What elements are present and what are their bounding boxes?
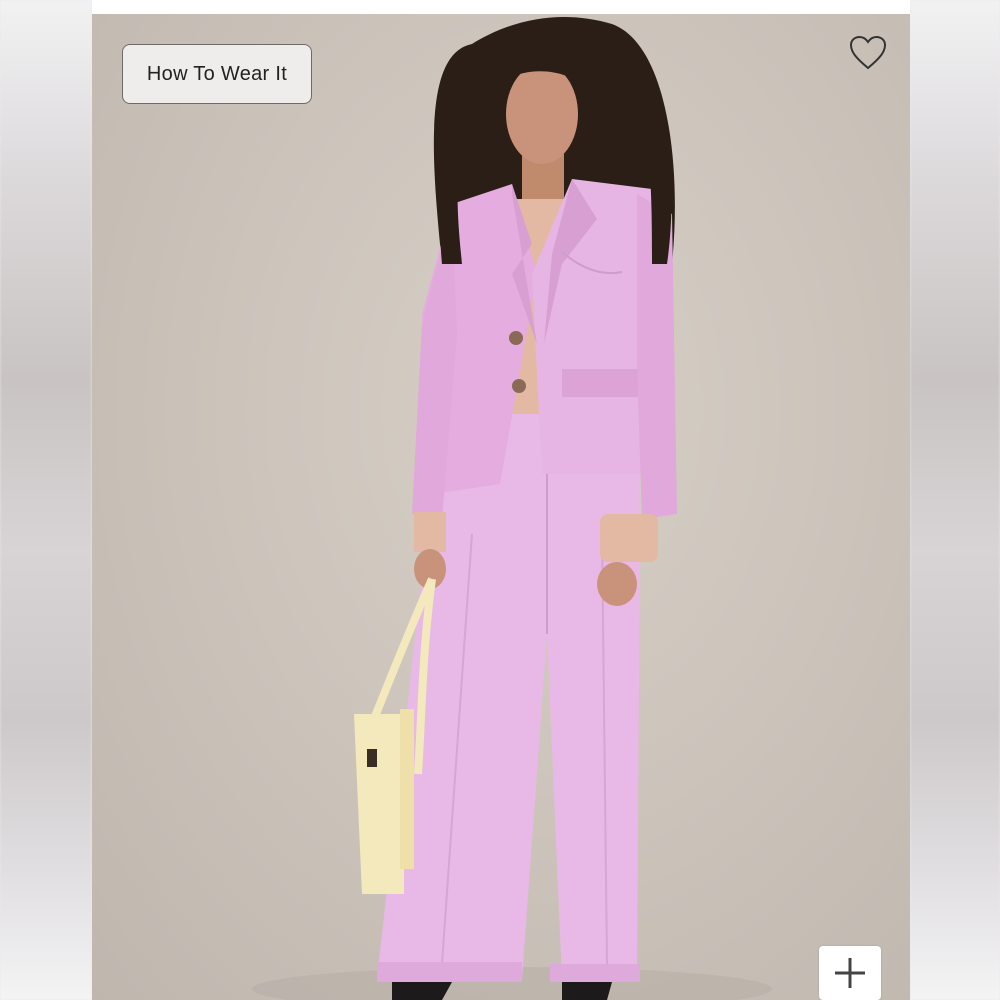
favorite-button[interactable] [848,34,888,72]
how-to-wear-label: How To Wear It [146,62,288,85]
blurred-left-panel [0,0,92,1000]
zoom-button[interactable] [819,946,881,1000]
top-strip [92,0,910,14]
plus-icon [835,958,865,988]
blurred-right-panel [910,0,1000,1000]
model-illustration [252,16,772,1000]
product-photo[interactable]: How To Wear It [92,14,910,1000]
heart-icon [849,35,887,70]
how-to-wear-button[interactable]: How To Wear It [122,44,312,104]
